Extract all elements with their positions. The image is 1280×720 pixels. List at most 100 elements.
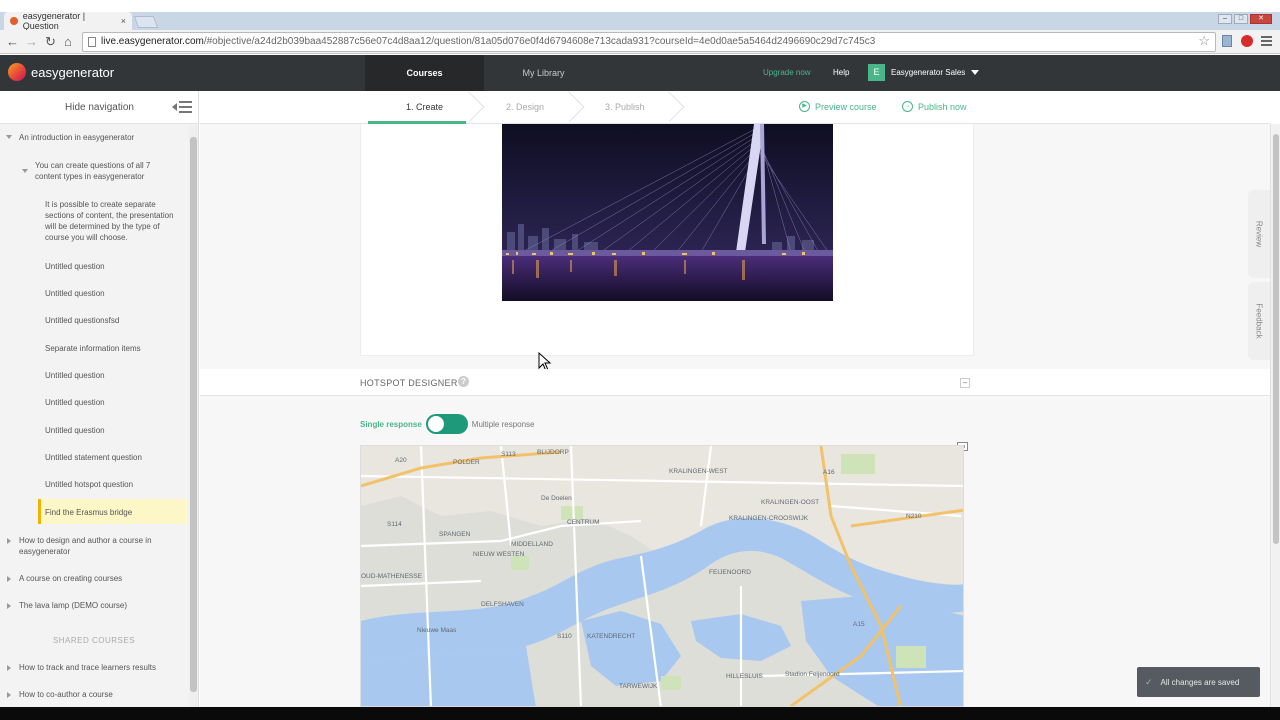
step-publish[interactable]: 3. Publish — [605, 91, 645, 124]
caret-down-icon — [971, 70, 980, 75]
play-icon: ▶ — [799, 101, 810, 112]
address-bar[interactable]: live.easygenerator.com/#objective/a24d2b… — [82, 32, 1216, 52]
question-item[interactable]: Untitled question — [45, 261, 185, 272]
shared-course-item[interactable]: How to co-author a course — [19, 689, 179, 700]
extension-icon[interactable] — [1222, 35, 1232, 47]
maximize-button[interactable]: □ — [1234, 14, 1248, 24]
brand-name: easygenerator — [31, 64, 115, 80]
map-label: A16 — [823, 469, 835, 476]
question-item[interactable]: Separate information items — [45, 343, 185, 354]
nav-tab-my-library[interactable]: My Library — [484, 55, 603, 91]
workflow-stepper: 1. Create 2. Design 3. Publish ▶ Preview… — [200, 91, 1270, 124]
map-label: S114 — [387, 521, 402, 528]
step-create[interactable]: 1. Create — [406, 91, 443, 124]
help-icon[interactable]: ? — [458, 376, 469, 387]
course-item[interactable]: How to design and author a course in eas… — [19, 535, 179, 557]
course-item[interactable]: A course on creating courses — [19, 573, 179, 584]
review-side-tab[interactable]: Review — [1248, 190, 1270, 278]
question-item[interactable]: Untitled hotspot question — [45, 479, 185, 490]
content-scrollbar[interactable] — [1270, 124, 1280, 720]
favicon-icon — [10, 17, 18, 25]
map-label: NIEUW WESTEN — [473, 551, 525, 558]
course-item[interactable]: The lava lamp (DEMO course) — [19, 600, 179, 611]
page-icon — [88, 37, 96, 47]
screen: easygenerator | Question × – □ ✕ ← → ↻ ⌂… — [0, 0, 1280, 720]
user-menu[interactable]: E Easygenerator Sales — [868, 64, 980, 81]
new-tab-button[interactable] — [133, 16, 159, 28]
map-label: OUD-MATHENESSE — [361, 573, 423, 580]
expand-course-icon[interactable] — [6, 135, 12, 139]
question-editor: HOTSPOT DESIGNER ? – Single response Mul… — [200, 124, 1270, 720]
bottom-edge — [0, 707, 1280, 720]
question-item[interactable]: Untitled question — [45, 397, 185, 408]
single-response-label[interactable]: Single response — [360, 420, 422, 429]
browser-menu-icon[interactable] — [1261, 36, 1272, 46]
extension-record-icon[interactable] — [1241, 35, 1253, 47]
sidebar-scrollbar-thumb[interactable] — [190, 137, 197, 692]
url-host: live.easygenerator.com — [101, 36, 204, 47]
reload-icon[interactable]: ↻ — [45, 35, 56, 49]
step-design[interactable]: 2. Design — [506, 91, 544, 124]
window-close-button[interactable]: ✕ — [1250, 14, 1272, 24]
url-path: /#objective/a24d2b039baa452887c56e07c4d8… — [203, 36, 876, 47]
question-item[interactable]: Untitled statement question — [45, 452, 185, 463]
question-item[interactable]: Untitled questionsfsd — [45, 315, 185, 326]
help-link[interactable]: Help — [833, 68, 849, 77]
question-item[interactable]: Untitled question — [45, 425, 185, 436]
collapse-section-button[interactable]: – — [960, 378, 970, 388]
browser-tabstrip: easygenerator | Question × – □ ✕ — [0, 11, 1280, 31]
course-navigation-sidebar: Hide navigation An introduction in easyg… — [0, 91, 199, 720]
expand-objective-icon[interactable] — [22, 169, 28, 173]
preview-course-button[interactable]: ▶ Preview course — [799, 101, 877, 112]
expand-course-icon[interactable] — [7, 665, 11, 671]
step-separator-icon — [453, 91, 485, 123]
home-icon[interactable]: ⌂ — [64, 35, 72, 49]
publish-icon: → — [902, 101, 913, 112]
question-item-selected[interactable]: Find the Erasmus bridge — [45, 507, 185, 518]
map-label: S110 — [557, 633, 572, 640]
feedback-tab-label: Feedback — [1254, 303, 1264, 339]
expand-course-icon[interactable] — [7, 538, 11, 544]
minimize-button[interactable]: – — [1218, 14, 1232, 24]
expand-course-icon[interactable] — [7, 692, 11, 698]
expand-course-icon[interactable] — [7, 603, 11, 609]
map-label: DELFSHAVEN — [481, 601, 524, 608]
user-name: Easygenerator Sales — [891, 68, 966, 77]
hide-navigation-button[interactable]: Hide navigation — [0, 91, 198, 124]
shared-courses-heading: SHARED COURSES — [52, 636, 136, 645]
hotspot-designer-header: HOTSPOT DESIGNER ? – — [200, 369, 1270, 396]
course-item[interactable]: An introduction in easygenerator — [19, 132, 184, 143]
question-item[interactable]: Untitled question — [45, 370, 185, 381]
expand-course-icon[interactable] — [7, 576, 11, 582]
upgrade-link[interactable]: Upgrade now — [763, 68, 811, 77]
content-scrollbar-thumb[interactable] — [1273, 134, 1279, 544]
tab-close-icon[interactable]: × — [121, 16, 126, 26]
browser-tab[interactable]: easygenerator | Question × — [4, 11, 132, 31]
forward-icon[interactable]: → — [25, 35, 38, 49]
bookmark-star-icon[interactable]: ☆ — [1198, 33, 1210, 49]
question-item[interactable]: It is possible to create separate sectio… — [45, 199, 185, 243]
back-icon[interactable]: ← — [6, 35, 19, 49]
question-item[interactable]: Untitled question — [45, 288, 185, 299]
map-label: HILLESLUIS — [726, 673, 764, 680]
publish-now-button[interactable]: → Publish now — [902, 101, 967, 112]
map-label: KRALINGEN-OOST — [761, 499, 819, 506]
shared-course-item[interactable]: How to track and trace learners results — [19, 662, 179, 673]
multiple-response-label[interactable]: Multiple response — [472, 420, 535, 429]
hotspot-map-canvas[interactable]: A20 POLDER S113 BLIJDORP A16 KRALINGEN-W… — [360, 445, 964, 707]
map-label: BLIJDORP — [537, 449, 569, 456]
sidebar-scrollbar[interactable] — [189, 125, 198, 720]
review-tab-label: Review — [1254, 220, 1264, 248]
erasmus-bridge-image[interactable] — [502, 124, 833, 301]
step-separator-icon — [653, 91, 685, 123]
map-label: CENTRUM — [567, 519, 600, 526]
map-label: De Doelen — [541, 495, 572, 502]
objective-item[interactable]: You can create questions of all 7 conten… — [35, 160, 165, 182]
nav-tab-courses[interactable]: Courses — [365, 55, 484, 91]
map-label: A20 — [395, 457, 407, 464]
response-mode-toggle[interactable] — [425, 414, 468, 434]
app-logo[interactable]: easygenerator — [8, 63, 114, 81]
response-mode-switch: Single response Multiple response — [360, 414, 535, 434]
avatar: E — [868, 64, 885, 81]
feedback-side-tab[interactable]: Feedback — [1248, 282, 1270, 360]
